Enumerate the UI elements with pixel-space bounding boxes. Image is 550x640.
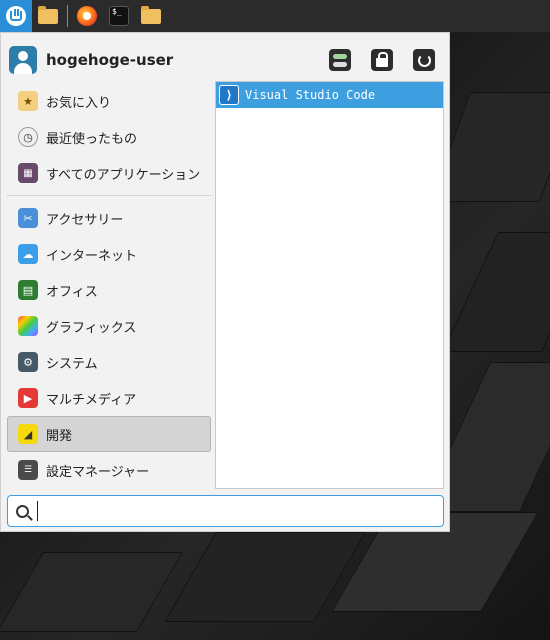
category-system[interactable]: ⚙ システム <box>7 344 211 380</box>
category-label: オフィス <box>46 284 98 300</box>
category-label: 設定マネージャー <box>46 464 150 480</box>
launcher-firefox[interactable] <box>71 0 103 32</box>
star-folder-icon: ★ <box>18 91 38 111</box>
category-label: お気に入り <box>46 95 112 111</box>
folder-icon <box>38 5 58 24</box>
development-icon: ◢ <box>18 424 38 444</box>
whisker-menu-button[interactable] <box>0 0 32 32</box>
panel-separator <box>67 5 68 27</box>
launcher-terminal[interactable]: $_ <box>103 0 135 32</box>
category-multimedia[interactable]: ▶ マルチメディア <box>7 380 211 416</box>
category-development[interactable]: ◢ 開発 <box>7 416 211 452</box>
search-box <box>7 495 444 527</box>
firefox-icon <box>77 6 97 26</box>
scissors-icon: ✂ <box>18 208 38 228</box>
document-icon: ▤ <box>18 280 38 300</box>
lock-screen-button[interactable] <box>371 49 393 71</box>
settings-toggle-icon: ☰ <box>18 460 38 480</box>
folder-icon <box>141 5 161 24</box>
user-avatar-icon[interactable] <box>9 46 37 74</box>
gear-icon: ⚙ <box>18 352 38 372</box>
power-icon <box>417 53 431 67</box>
category-label: すべてのアプリケーション <box>46 167 201 183</box>
category-label: グラフィックス <box>46 320 137 336</box>
category-label: マルチメディア <box>46 392 137 408</box>
category-recent[interactable]: ◷ 最近使ったもの <box>7 119 211 155</box>
terminal-icon: $_ <box>109 6 129 26</box>
grid-icon: ▦ <box>18 163 38 183</box>
category-label: 最近使ったもの <box>46 131 138 147</box>
menu-header: hogehoge-user <box>9 43 441 77</box>
play-icon: ▶ <box>18 388 38 408</box>
category-divider <box>7 195 211 196</box>
background-tile <box>0 552 184 632</box>
category-accessories[interactable]: ✂ アクセサリー <box>7 200 211 236</box>
category-office[interactable]: ▤ オフィス <box>7 272 211 308</box>
vscode-icon: ⟩ <box>219 85 239 105</box>
search-icon <box>16 504 29 518</box>
category-favorites[interactable]: ★ お気に入り <box>7 83 211 119</box>
search-input[interactable] <box>37 501 417 521</box>
user-name: hogehoge-user <box>46 51 174 69</box>
lock-icon <box>376 52 388 67</box>
category-internet[interactable]: ☁ インターネット <box>7 236 211 272</box>
color-palette-icon <box>18 316 38 336</box>
linux-mint-logo-icon <box>6 6 26 26</box>
category-all-applications[interactable]: ▦ すべてのアプリケーション <box>7 155 211 191</box>
category-graphics[interactable]: グラフィックス <box>7 308 211 344</box>
application-menu: hogehoge-user ★ お気に入り ◷ 最近使ったもの ▦ すべてのアプ… <box>0 32 450 532</box>
settings-toggle-icon <box>333 53 347 67</box>
category-label: インターネット <box>46 248 138 264</box>
app-item-visual-studio-code[interactable]: ⟩ Visual Studio Code <box>216 82 443 108</box>
cloud-icon: ☁ <box>18 244 38 264</box>
header-actions <box>329 49 435 71</box>
category-list: ★ お気に入り ◷ 最近使ったもの ▦ すべてのアプリケーション ✂ アクセサリ… <box>7 83 211 488</box>
category-label: 開発 <box>46 428 73 444</box>
launcher-file-manager[interactable] <box>32 0 64 32</box>
logout-button[interactable] <box>413 49 435 71</box>
settings-manager-button[interactable] <box>329 49 351 71</box>
background-tile <box>442 232 550 352</box>
clock-icon: ◷ <box>18 127 38 147</box>
app-label: Visual Studio Code <box>245 88 376 102</box>
category-label: システム <box>46 356 98 372</box>
launcher-home-folder[interactable] <box>135 0 167 32</box>
taskbar-panel: $_ <box>0 0 550 32</box>
category-settings[interactable]: ☰ 設定マネージャー <box>7 452 211 488</box>
application-list: ⟩ Visual Studio Code <box>215 81 444 489</box>
category-label: アクセサリー <box>46 212 124 228</box>
